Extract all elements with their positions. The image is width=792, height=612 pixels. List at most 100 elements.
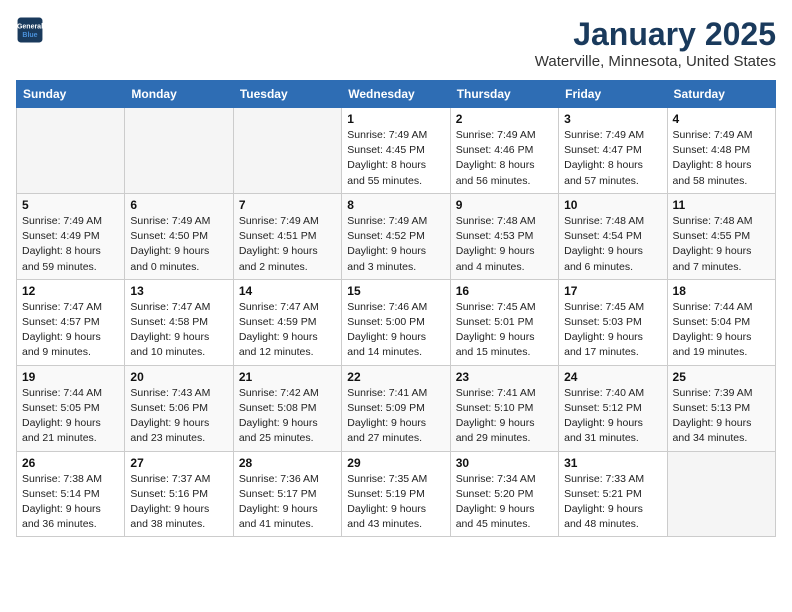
- day-number: 10: [564, 198, 661, 212]
- calendar-cell: 23 Sunrise: 7:41 AM Sunset: 5:10 PM Dayli…: [450, 365, 558, 451]
- day-number: 20: [130, 370, 227, 384]
- day-number: 3: [564, 112, 661, 126]
- day-number: 8: [347, 198, 444, 212]
- calendar-cell: 30Sunrise: 7:34 AM Sunset: 5:20 PM Dayli…: [450, 451, 558, 537]
- day-number: 14: [239, 284, 336, 298]
- calendar-cell: [17, 108, 125, 194]
- day-info: Sunrise: 7:41 AM Sunset: 5:10 PM Dayligh…: [456, 386, 553, 447]
- calendar-cell: 14 Sunrise: 7:47 AM Sunset: 4:59 PM Dayli…: [233, 279, 341, 365]
- day-info: Sunrise: 7:49 AM Sunset: 4:50 PM Dayligh…: [130, 214, 227, 275]
- calendar-cell: 5 Sunrise: 7:49 AM Sunset: 4:49 PM Daylig…: [17, 193, 125, 279]
- calendar-cell: 26 Sunrise: 7:38 AM Sunset: 5:14 PM Dayli…: [17, 451, 125, 537]
- calendar-table: SundayMondayTuesdayWednesdayThursdayFrid…: [16, 80, 776, 537]
- day-info: Sunrise: 7:47 AM Sunset: 4:58 PM Dayligh…: [130, 300, 227, 361]
- day-number: 9: [456, 198, 553, 212]
- header-row: SundayMondayTuesdayWednesdayThursdayFrid…: [17, 81, 776, 108]
- logo-icon: General Blue: [16, 16, 44, 44]
- day-info: Sunrise: 7:41 AM Sunset: 5:09 PM Dayligh…: [347, 386, 444, 447]
- calendar-cell: 7Sunrise: 7:49 AM Sunset: 4:51 PM Daylig…: [233, 193, 341, 279]
- calendar-cell: 21 Sunrise: 7:42 AM Sunset: 5:08 PM Dayli…: [233, 365, 341, 451]
- day-info: Sunrise: 7:49 AM Sunset: 4:49 PM Dayligh…: [22, 214, 119, 275]
- day-info: Sunrise: 7:46 AM Sunset: 5:00 PM Dayligh…: [347, 300, 444, 361]
- calendar-subtitle: Waterville, Minnesota, United States: [535, 53, 776, 70]
- calendar-cell: 10 Sunrise: 7:48 AM Sunset: 4:54 PM Dayli…: [559, 193, 667, 279]
- calendar-cell: 16Sunrise: 7:45 AM Sunset: 5:01 PM Dayli…: [450, 279, 558, 365]
- week-row-5: 26 Sunrise: 7:38 AM Sunset: 5:14 PM Dayli…: [17, 451, 776, 537]
- day-number: 29: [347, 456, 444, 470]
- svg-text:General: General: [17, 23, 43, 30]
- calendar-cell: 22 Sunrise: 7:41 AM Sunset: 5:09 PM Dayli…: [342, 365, 450, 451]
- day-info: Sunrise: 7:38 AM Sunset: 5:14 PM Dayligh…: [22, 472, 119, 533]
- day-number: 21: [239, 370, 336, 384]
- header-sunday: Sunday: [17, 81, 125, 108]
- day-info: Sunrise: 7:48 AM Sunset: 4:54 PM Dayligh…: [564, 214, 661, 275]
- calendar-cell: 6 Sunrise: 7:49 AM Sunset: 4:50 PM Daylig…: [125, 193, 233, 279]
- week-row-3: 12 Sunrise: 7:47 AM Sunset: 4:57 PM Dayli…: [17, 279, 776, 365]
- calendar-title: January 2025: [535, 16, 776, 53]
- calendar-cell: 20 Sunrise: 7:43 AM Sunset: 5:06 PM Dayli…: [125, 365, 233, 451]
- day-info: Sunrise: 7:43 AM Sunset: 5:06 PM Dayligh…: [130, 386, 227, 447]
- calendar-cell: 17 Sunrise: 7:45 AM Sunset: 5:03 PM Dayli…: [559, 279, 667, 365]
- header-friday: Friday: [559, 81, 667, 108]
- day-number: 28: [239, 456, 336, 470]
- day-number: 24: [564, 370, 661, 384]
- week-row-2: 5 Sunrise: 7:49 AM Sunset: 4:49 PM Daylig…: [17, 193, 776, 279]
- day-info: Sunrise: 7:34 AM Sunset: 5:20 PM Dayligh…: [456, 472, 553, 533]
- day-number: 22: [347, 370, 444, 384]
- day-number: 15: [347, 284, 444, 298]
- calendar-cell: 8Sunrise: 7:49 AM Sunset: 4:52 PM Daylig…: [342, 193, 450, 279]
- day-number: 5: [22, 198, 119, 212]
- day-info: Sunrise: 7:33 AM Sunset: 5:21 PM Dayligh…: [564, 472, 661, 533]
- day-info: Sunrise: 7:48 AM Sunset: 4:53 PM Dayligh…: [456, 214, 553, 275]
- day-number: 23: [456, 370, 553, 384]
- day-info: Sunrise: 7:47 AM Sunset: 4:59 PM Dayligh…: [239, 300, 336, 361]
- calendar-cell: 9 Sunrise: 7:48 AM Sunset: 4:53 PM Daylig…: [450, 193, 558, 279]
- calendar-cell: 18 Sunrise: 7:44 AM Sunset: 5:04 PM Dayli…: [667, 279, 775, 365]
- calendar-cell: 4 Sunrise: 7:49 AM Sunset: 4:48 PM Daylig…: [667, 108, 775, 194]
- header-tuesday: Tuesday: [233, 81, 341, 108]
- day-info: Sunrise: 7:44 AM Sunset: 5:04 PM Dayligh…: [673, 300, 770, 361]
- day-info: Sunrise: 7:49 AM Sunset: 4:51 PM Dayligh…: [239, 214, 336, 275]
- day-info: Sunrise: 7:45 AM Sunset: 5:03 PM Dayligh…: [564, 300, 661, 361]
- calendar-cell: 24 Sunrise: 7:40 AM Sunset: 5:12 PM Dayli…: [559, 365, 667, 451]
- calendar-cell: 27 Sunrise: 7:37 AM Sunset: 5:16 PM Dayli…: [125, 451, 233, 537]
- svg-text:Blue: Blue: [22, 32, 37, 39]
- day-info: Sunrise: 7:49 AM Sunset: 4:48 PM Dayligh…: [673, 128, 770, 189]
- page-header: General Blue January 2025 Waterville, Mi…: [16, 16, 776, 70]
- day-info: Sunrise: 7:42 AM Sunset: 5:08 PM Dayligh…: [239, 386, 336, 447]
- week-row-1: 1Sunrise: 7:49 AM Sunset: 4:45 PM Daylig…: [17, 108, 776, 194]
- calendar-cell: 11Sunrise: 7:48 AM Sunset: 4:55 PM Dayli…: [667, 193, 775, 279]
- day-number: 27: [130, 456, 227, 470]
- day-number: 17: [564, 284, 661, 298]
- day-info: Sunrise: 7:49 AM Sunset: 4:47 PM Dayligh…: [564, 128, 661, 189]
- day-number: 13: [130, 284, 227, 298]
- day-number: 1: [347, 112, 444, 126]
- day-number: 6: [130, 198, 227, 212]
- calendar-cell: 31 Sunrise: 7:33 AM Sunset: 5:21 PM Dayli…: [559, 451, 667, 537]
- calendar-cell: 3 Sunrise: 7:49 AM Sunset: 4:47 PM Daylig…: [559, 108, 667, 194]
- calendar-cell: 1Sunrise: 7:49 AM Sunset: 4:45 PM Daylig…: [342, 108, 450, 194]
- day-number: 4: [673, 112, 770, 126]
- calendar-cell: 15 Sunrise: 7:46 AM Sunset: 5:00 PM Dayli…: [342, 279, 450, 365]
- calendar-cell: 2Sunrise: 7:49 AM Sunset: 4:46 PM Daylig…: [450, 108, 558, 194]
- day-number: 26: [22, 456, 119, 470]
- calendar-cell: [233, 108, 341, 194]
- calendar-cell: 13 Sunrise: 7:47 AM Sunset: 4:58 PM Dayli…: [125, 279, 233, 365]
- logo: General Blue: [16, 16, 44, 44]
- day-info: Sunrise: 7:39 AM Sunset: 5:13 PM Dayligh…: [673, 386, 770, 447]
- header-wednesday: Wednesday: [342, 81, 450, 108]
- day-info: Sunrise: 7:47 AM Sunset: 4:57 PM Dayligh…: [22, 300, 119, 361]
- day-info: Sunrise: 7:40 AM Sunset: 5:12 PM Dayligh…: [564, 386, 661, 447]
- day-info: Sunrise: 7:35 AM Sunset: 5:19 PM Dayligh…: [347, 472, 444, 533]
- day-info: Sunrise: 7:36 AM Sunset: 5:17 PM Dayligh…: [239, 472, 336, 533]
- day-info: Sunrise: 7:44 AM Sunset: 5:05 PM Dayligh…: [22, 386, 119, 447]
- day-number: 12: [22, 284, 119, 298]
- day-number: 25: [673, 370, 770, 384]
- calendar-cell: 28 Sunrise: 7:36 AM Sunset: 5:17 PM Dayli…: [233, 451, 341, 537]
- header-monday: Monday: [125, 81, 233, 108]
- day-number: 18: [673, 284, 770, 298]
- day-number: 31: [564, 456, 661, 470]
- calendar-cell: 25 Sunrise: 7:39 AM Sunset: 5:13 PM Dayli…: [667, 365, 775, 451]
- header-saturday: Saturday: [667, 81, 775, 108]
- day-info: Sunrise: 7:37 AM Sunset: 5:16 PM Dayligh…: [130, 472, 227, 533]
